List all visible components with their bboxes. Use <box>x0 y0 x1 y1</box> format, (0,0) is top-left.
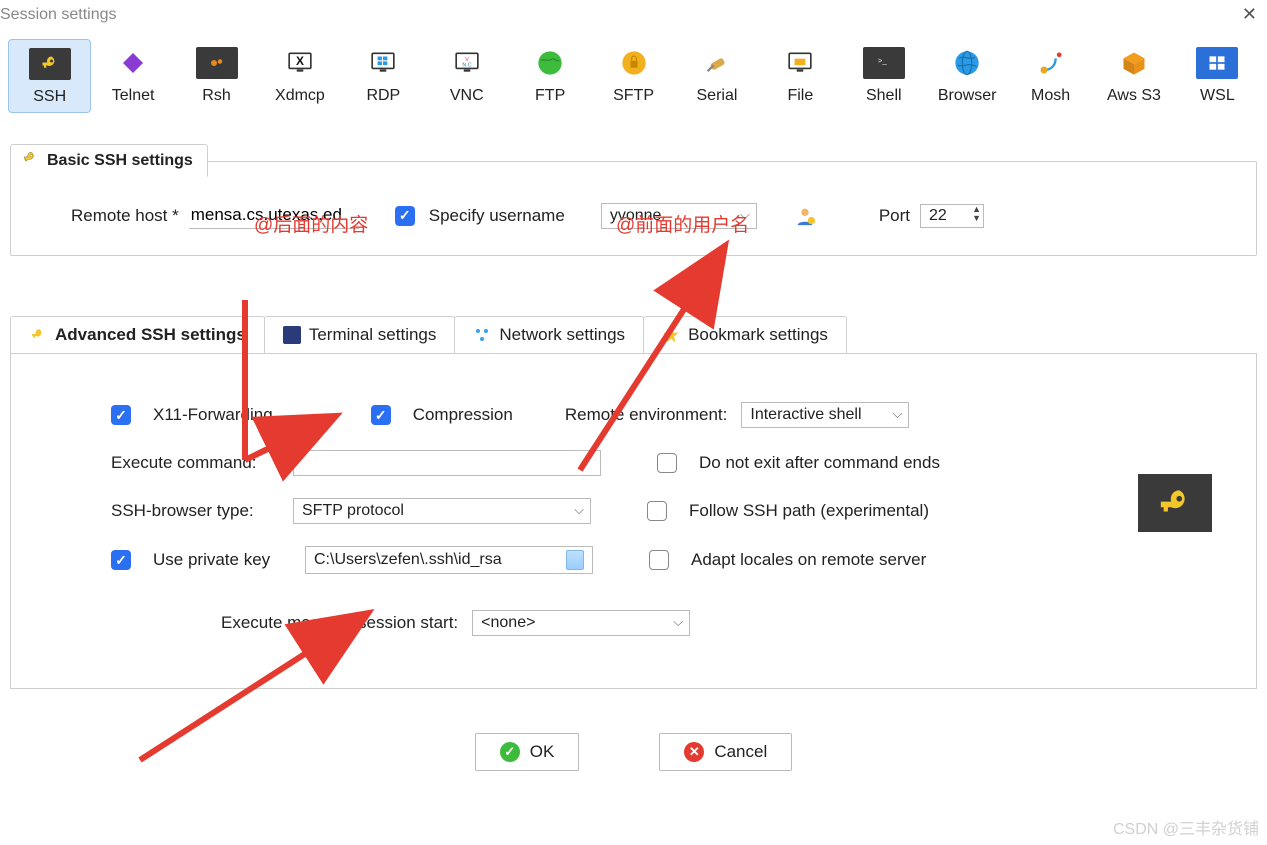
svg-text:X: X <box>296 54 304 68</box>
close-icon[interactable]: ✕ <box>1242 4 1257 25</box>
tab-advanced-ssh[interactable]: Advanced SSH settings <box>10 316 265 353</box>
session-type-vnc[interactable]: VN C VNC <box>425 39 508 113</box>
dialog-footer: ✓ OK ✕ Cancel <box>0 733 1267 771</box>
session-type-ssh[interactable]: SSH <box>8 39 91 113</box>
diamond-icon <box>112 47 154 79</box>
session-type-toolbar: SSH Telnet Rsh X Xdmcp RDP VN C VNC FTP … <box>0 33 1267 131</box>
terminal-icon <box>283 326 301 344</box>
tab-terminal-settings[interactable]: Terminal settings <box>264 316 456 353</box>
macro-combo[interactable]: <none> <box>472 610 690 636</box>
session-type-awss3[interactable]: Aws S3 <box>1092 39 1175 113</box>
macro-label: Execute macro at session start: <box>221 613 458 633</box>
key-icon <box>21 151 39 170</box>
port-label: Port <box>879 206 910 226</box>
session-type-telnet[interactable]: Telnet <box>91 39 174 113</box>
check-icon: ✓ <box>500 742 520 762</box>
specify-username-checkbox[interactable]: ✓ <box>395 206 415 226</box>
specify-username-label: Specify username <box>429 206 565 226</box>
file-icon[interactable] <box>566 550 584 570</box>
serial-plug-icon <box>696 47 738 79</box>
advanced-ssh-panel: ✓ X11-Forwarding ✓ Compression Remote en… <box>10 353 1257 689</box>
tab-network-settings[interactable]: Network settings <box>454 316 644 353</box>
username-combo[interactable]: yvonne <box>601 203 757 229</box>
titlebar: Session settings ✕ <box>0 0 1267 33</box>
ok-button[interactable]: ✓ OK <box>475 733 580 771</box>
x11-forwarding-checkbox[interactable]: ✓ <box>111 405 131 425</box>
follow-ssh-checkbox[interactable]: ✓ <box>647 501 667 521</box>
ssh-key-badge <box>1138 474 1212 532</box>
watermark: CSDN @三丰杂货铺 <box>1113 815 1259 839</box>
remote-host-input[interactable] <box>189 202 359 229</box>
no-exit-checkbox[interactable]: ✓ <box>657 453 677 473</box>
browser-type-combo[interactable]: SFTP protocol <box>293 498 591 524</box>
monitor-x-icon: X <box>279 47 321 79</box>
windows-icon <box>1196 47 1238 79</box>
session-type-rdp[interactable]: RDP <box>342 39 425 113</box>
remote-host-label: Remote host * <box>71 206 179 226</box>
basic-ssh-panel: Basic SSH settings Remote host * ✓ Speci… <box>10 161 1257 256</box>
key-icon <box>29 326 47 344</box>
session-type-sftp[interactable]: SFTP <box>592 39 675 113</box>
adapt-locales-checkbox[interactable]: ✓ <box>649 550 669 570</box>
svg-text:N C: N C <box>462 62 471 68</box>
monitor-win-icon <box>362 47 404 79</box>
monitor-vnc-icon: VN C <box>446 47 488 79</box>
compression-label: Compression <box>413 405 513 425</box>
session-type-wsl[interactable]: WSL <box>1176 39 1259 113</box>
monitor-folder-icon <box>779 47 821 79</box>
globe-green-icon <box>529 47 571 79</box>
cube-icon <box>1113 47 1155 79</box>
satellite-icon <box>1030 47 1072 79</box>
user-icon[interactable] <box>793 204 817 228</box>
follow-ssh-label: Follow SSH path (experimental) <box>689 501 929 521</box>
exec-cmd-input[interactable] <box>293 450 601 476</box>
basic-ssh-tab: Basic SSH settings <box>10 144 208 177</box>
star-icon <box>662 326 680 344</box>
tab-bookmark-settings[interactable]: Bookmark settings <box>643 316 847 353</box>
key-icon <box>29 48 71 80</box>
browser-type-label: SSH-browser type: <box>111 501 279 521</box>
compression-checkbox[interactable]: ✓ <box>371 405 391 425</box>
terminal-icon: >_ <box>863 47 905 79</box>
exec-cmd-label: Execute command: <box>111 453 279 473</box>
network-icon <box>473 326 491 344</box>
session-type-serial[interactable]: Serial <box>675 39 758 113</box>
cancel-button[interactable]: ✕ Cancel <box>659 733 792 771</box>
session-type-xdmcp[interactable]: X Xdmcp <box>258 39 341 113</box>
port-spinner[interactable]: 22 ▲▼ <box>920 204 984 228</box>
session-type-ftp[interactable]: FTP <box>508 39 591 113</box>
adapt-locales-label: Adapt locales on remote server <box>691 550 926 570</box>
session-type-label: SSH <box>33 88 66 106</box>
session-type-mosh[interactable]: Mosh <box>1009 39 1092 113</box>
x11-forwarding-label: X11-Forwarding <box>153 405 273 425</box>
no-exit-label: Do not exit after command ends <box>699 453 940 473</box>
advanced-tabs: Advanced SSH settings Terminal settings … <box>10 316 1257 353</box>
remote-env-label: Remote environment: <box>565 405 728 425</box>
gears-icon <box>196 47 238 79</box>
session-type-file[interactable]: File <box>759 39 842 113</box>
window-title: Session settings <box>0 6 117 24</box>
use-private-key-checkbox[interactable]: ✓ <box>111 550 131 570</box>
globe-lock-icon <box>613 47 655 79</box>
globe-blue-icon <box>946 47 988 79</box>
use-private-key-label: Use private key <box>153 550 291 570</box>
private-key-path-input[interactable]: C:\Users\zefen\.ssh\id_rsa <box>305 546 593 574</box>
remote-env-combo[interactable]: Interactive shell <box>741 402 909 428</box>
svg-text:>_: >_ <box>878 56 887 65</box>
session-type-rsh[interactable]: Rsh <box>175 39 258 113</box>
session-type-browser[interactable]: Browser <box>925 39 1008 113</box>
x-icon: ✕ <box>684 742 704 762</box>
session-type-shell[interactable]: >_ Shell <box>842 39 925 113</box>
